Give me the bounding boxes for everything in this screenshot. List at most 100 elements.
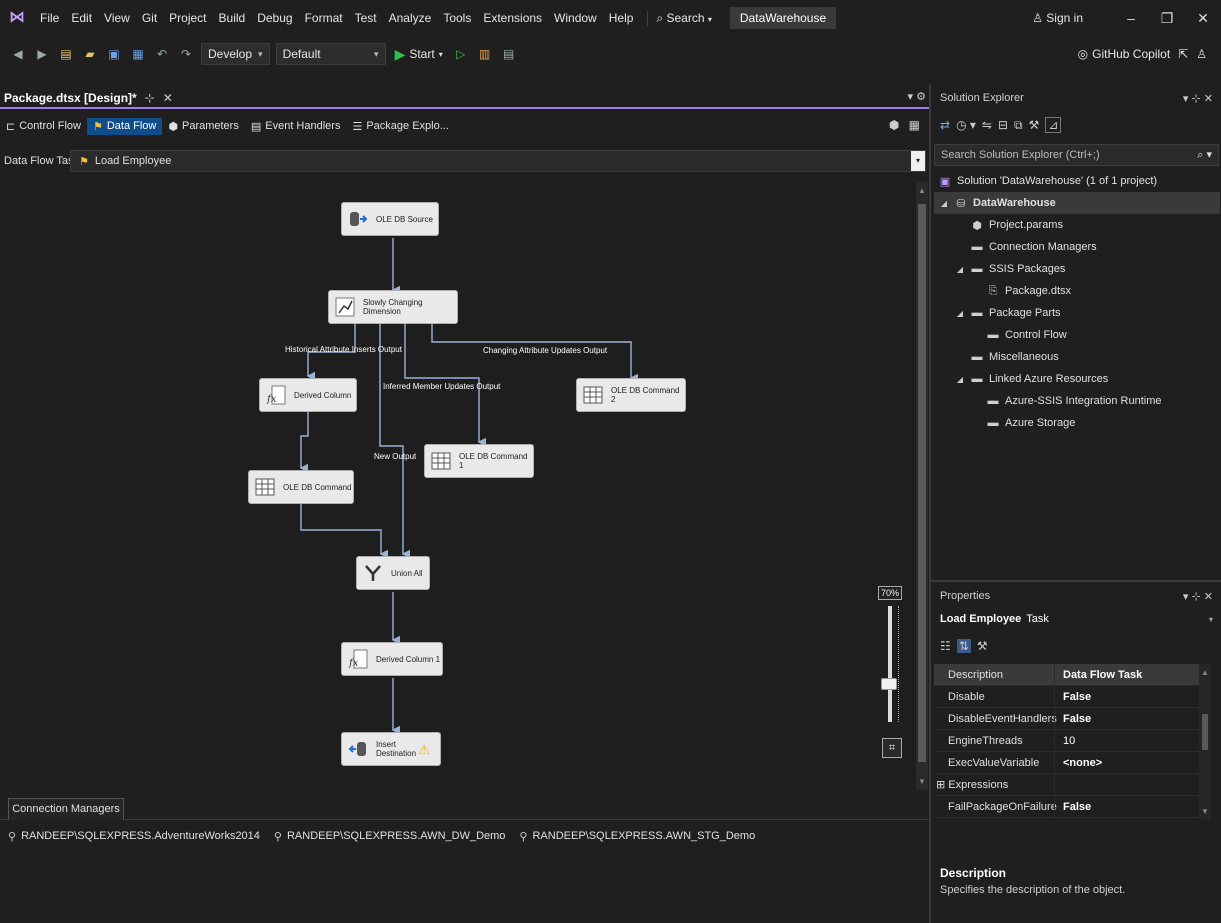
data-flow-task-dropdown[interactable]: ⚑ Load Employee ▾: [70, 150, 926, 172]
tab-package-explorer[interactable]: ☰ Package Explo...: [346, 118, 454, 135]
menu-analyze[interactable]: Analyze: [383, 11, 438, 25]
tree-item-control-flow[interactable]: ▬ Control Flow: [986, 324, 1067, 346]
node-derived-column[interactable]: fx Derived Column: [259, 378, 357, 412]
scroll-up-icon[interactable]: ▲: [917, 186, 927, 195]
expand-plus-icon[interactable]: ⊞: [936, 779, 945, 791]
node-ole-db-command[interactable]: OLE DB Command: [248, 470, 354, 504]
solution-explorer-search[interactable]: Search Solution Explorer (Ctrl+;) ⌕ ▾: [934, 144, 1219, 166]
menu-window[interactable]: Window: [548, 11, 603, 25]
pin-icon[interactable]: ⊹: [145, 91, 155, 105]
tree-item-miscellaneous[interactable]: ▬ Miscellaneous: [970, 346, 1059, 368]
github-copilot-button[interactable]: ◎ GitHub Copilot ⇱ ♙: [1078, 36, 1207, 72]
tree-item-azure-ssis-ir[interactable]: ▬ Azure-SSIS Integration Runtime: [986, 390, 1162, 412]
properties-object-selector[interactable]: Load Employee Task ▾: [934, 608, 1221, 630]
node-insert-destination[interactable]: Insert Destination ⚠: [341, 732, 441, 766]
redo-icon[interactable]: ↷: [177, 45, 195, 63]
menu-tools[interactable]: Tools: [437, 11, 477, 25]
property-row-description[interactable]: Description Data Flow Task: [934, 663, 1199, 686]
tree-item-azure-storage[interactable]: ▬ Azure Storage: [986, 412, 1076, 434]
open-folder-icon[interactable]: ▰: [81, 45, 99, 63]
minimize-button[interactable]: –: [1113, 10, 1149, 26]
scrollbar-thumb[interactable]: [1202, 714, 1208, 750]
zoom-slider-track[interactable]: [888, 606, 892, 722]
tree-item-linked-azure-resources[interactable]: ◢ ▬ Linked Azure Resources: [954, 368, 1108, 390]
close-window-button[interactable]: ✕: [1185, 10, 1221, 27]
node-slowly-changing-dimension[interactable]: Slowly Changing Dimension: [328, 290, 458, 324]
show-all-files-icon[interactable]: ⧉: [1014, 118, 1023, 133]
menu-format[interactable]: Format: [299, 11, 349, 25]
panel-window-controls[interactable]: ▾ ⊹ ✕: [1183, 92, 1213, 105]
scroll-down-icon[interactable]: ▼: [1200, 807, 1210, 816]
chevron-down-icon[interactable]: ▾: [911, 151, 925, 171]
property-row-disable[interactable]: Disable False: [934, 685, 1199, 708]
path-command-to-union[interactable]: [300, 504, 388, 559]
zoom-slider-thumb[interactable]: [881, 678, 897, 690]
switch-views-icon[interactable]: ⇄: [940, 118, 950, 132]
tree-item-package-dtsx[interactable]: ⎘ Package.dtsx: [986, 280, 1071, 302]
connection-manager-item[interactable]: ⚲ RANDEEP\SQLEXPRESS.AWN_STG_Demo: [519, 830, 755, 843]
scroll-down-icon[interactable]: ▼: [917, 777, 927, 786]
property-row-exec-value-variable[interactable]: ExecValueVariable <none>: [934, 751, 1199, 774]
parameters-icon[interactable]: ⬢: [889, 118, 899, 132]
node-derived-column-1[interactable]: fx Derived Column 1: [341, 642, 443, 676]
document-tab-package[interactable]: Package.dtsx [Design]* ⊹ ✕: [0, 88, 183, 108]
new-project-icon[interactable]: ▤: [57, 45, 75, 63]
scroll-up-icon[interactable]: ▲: [1200, 668, 1210, 677]
start-button[interactable]: ▶ Start ▾: [395, 46, 443, 63]
node-union-all[interactable]: Union All: [356, 556, 430, 590]
tab-data-flow[interactable]: ⚑ Data Flow: [86, 117, 163, 135]
tree-item-ssis-packages[interactable]: ◢ ▬ SSIS Packages: [954, 258, 1066, 280]
property-value[interactable]: 10: [1054, 729, 1199, 752]
menu-file[interactable]: File: [34, 11, 65, 25]
menu-git[interactable]: Git: [136, 11, 163, 25]
close-icon[interactable]: ✕: [163, 91, 173, 105]
categorized-icon[interactable]: ☷: [940, 639, 951, 653]
tab-parameters[interactable]: ⬢ Parameters: [162, 118, 244, 135]
expand-arrow-icon[interactable]: ◢: [938, 199, 950, 208]
tab-overflow-icon[interactable]: ▾ ⚙: [908, 90, 926, 103]
history-icon[interactable]: ◷ ▾: [956, 118, 976, 132]
global-search[interactable]: ⌕ Search ▾: [647, 10, 719, 26]
save-icon[interactable]: ▣: [105, 45, 123, 63]
sign-in-button[interactable]: ♙ Sign in: [1032, 11, 1083, 25]
property-pages-icon[interactable]: ⚒: [977, 639, 988, 653]
property-value[interactable]: [1054, 773, 1199, 796]
menu-edit[interactable]: Edit: [65, 11, 98, 25]
property-value[interactable]: False: [1054, 685, 1199, 708]
menu-build[interactable]: Build: [213, 11, 252, 25]
canvas-vertical-scrollbar[interactable]: ▲ ▼: [916, 182, 928, 790]
chevron-down-icon[interactable]: ▾: [1209, 615, 1213, 624]
collapse-all-icon[interactable]: ⊟: [998, 118, 1008, 132]
property-value[interactable]: False: [1054, 795, 1199, 818]
tree-item-project[interactable]: ◢ ⛁ DataWarehouse: [934, 192, 1220, 214]
node-ole-db-command-1[interactable]: OLE DB Command 1: [424, 444, 534, 478]
menu-project[interactable]: Project: [163, 11, 212, 25]
variables-icon[interactable]: ▦: [909, 118, 920, 132]
property-value[interactable]: Data Flow Task: [1054, 663, 1199, 686]
tab-event-handlers[interactable]: ▤ Event Handlers: [245, 118, 347, 135]
expand-arrow-icon[interactable]: ◢: [954, 375, 966, 384]
tree-item-connection-managers[interactable]: ▬ Connection Managers: [970, 236, 1097, 258]
property-row-expressions[interactable]: ⊞ Expressions: [934, 773, 1199, 796]
menu-help[interactable]: Help: [603, 11, 640, 25]
panel-window-controls[interactable]: ▾ ⊹ ✕: [1183, 590, 1213, 603]
navigate-forward-icon[interactable]: ▶: [33, 45, 51, 63]
scrollbar-thumb[interactable]: [918, 204, 926, 762]
node-ole-db-source[interactable]: OLE DB Source: [341, 202, 439, 236]
solution-configuration-dropdown[interactable]: Develop ▾: [201, 43, 270, 65]
menu-extensions[interactable]: Extensions: [477, 11, 548, 25]
path-derived-to-command[interactable]: [299, 412, 309, 473]
share-icon[interactable]: ⇱: [1178, 47, 1188, 61]
connection-manager-item[interactable]: ⚲ RANDEEP\SQLEXPRESS.AWN_DW_Demo: [274, 830, 506, 843]
variables-icon[interactable]: ▤: [500, 45, 518, 63]
search-icon[interactable]: ⌕ ▾: [1197, 148, 1212, 162]
navigate-back-icon[interactable]: ◀: [9, 45, 27, 63]
node-ole-db-command-2[interactable]: OLE DB Command 2: [576, 378, 686, 412]
menu-test[interactable]: Test: [349, 11, 383, 25]
menu-debug[interactable]: Debug: [251, 11, 298, 25]
expand-arrow-icon[interactable]: ◢: [954, 309, 966, 318]
save-all-icon[interactable]: ▦: [129, 45, 147, 63]
tree-item-project-params[interactable]: ⬢ Project.params: [970, 214, 1063, 236]
connection-manager-item[interactable]: ⚲ RANDEEP\SQLEXPRESS.AdventureWorks2014: [8, 830, 260, 843]
feedback-icon[interactable]: ♙: [1196, 47, 1207, 61]
